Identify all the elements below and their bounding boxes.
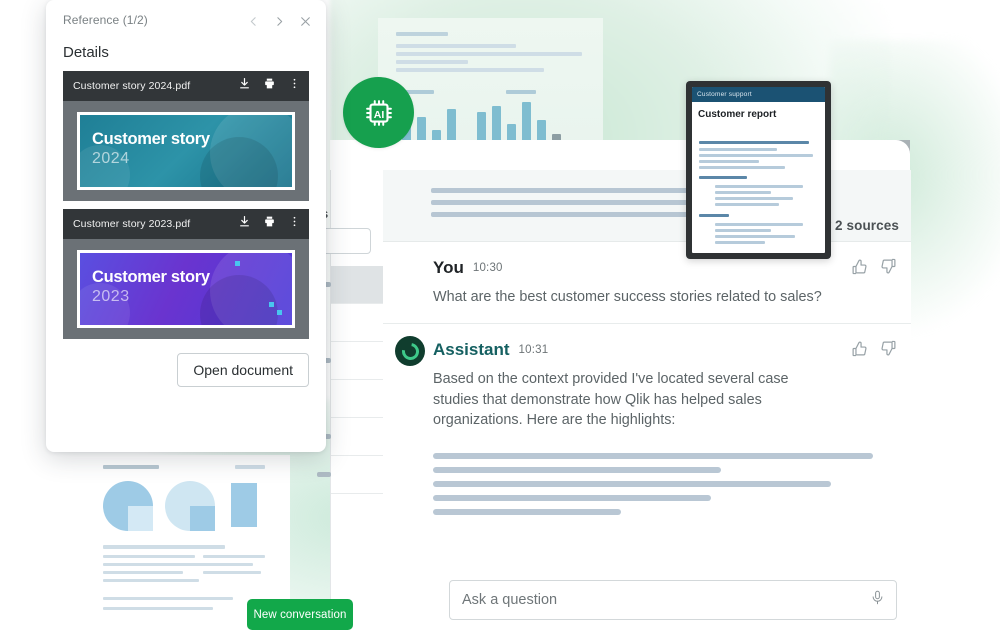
chat-panel: View 2 sources You 10:30 What are the be… [383, 170, 911, 630]
reference-popup-nav [242, 10, 316, 32]
pdf-cover-image: Customer story 2024 [80, 115, 292, 187]
message-author: You [433, 258, 464, 277]
sidebar-list-item[interactable] [317, 418, 383, 456]
microphone-icon[interactable] [870, 590, 885, 610]
pdf-filename: Customer story 2024.pdf [73, 80, 191, 92]
pdf-cover-image: Customer story 2023 [80, 253, 292, 325]
reference-popup-title: Reference (1/2) [63, 13, 148, 27]
report-topbar-label: Customer support [692, 87, 825, 102]
thumbs-up-icon[interactable] [851, 340, 868, 357]
sidebar-list-item[interactable] [331, 380, 383, 418]
composer-area: Ask a question [435, 570, 911, 630]
thumbs-down-icon[interactable] [880, 340, 897, 357]
ai-badge: AI [343, 77, 414, 148]
pdf-preview-card[interactable]: Customer story 2024.pdf Customer story 2… [63, 71, 309, 201]
chat-message-assistant: Assistant 10:31 Based on the context pro… [383, 324, 911, 447]
assistant-avatar [395, 336, 425, 367]
download-icon[interactable] [238, 77, 251, 95]
question-input[interactable]: Ask a question [449, 580, 897, 620]
close-popup-button[interactable] [294, 10, 316, 32]
reference-details-heading: Details [63, 44, 109, 61]
message-feedback-actions [851, 258, 897, 275]
assistant-logo-icon [398, 339, 422, 364]
pdf-filename: Customer story 2023.pdf [73, 218, 191, 230]
report-title: Customer report [698, 109, 777, 120]
print-icon[interactable] [263, 77, 276, 95]
sidebar-list-item[interactable] [317, 456, 383, 494]
sidebar-list-item[interactable] [317, 342, 383, 380]
prev-reference-button[interactable] [242, 10, 264, 32]
pdf-preview-card[interactable]: Customer story 2023.pdf Customer story 2… [63, 209, 309, 339]
reference-popup-header: Reference (1/2) [46, 0, 326, 40]
close-icon [300, 16, 310, 26]
chat-sources-strip: View 2 sources [383, 170, 911, 242]
message-author: Assistant [433, 340, 510, 360]
sidebar-list-item[interactable] [331, 304, 383, 342]
message-timestamp: 10:31 [518, 344, 549, 357]
new-conversation-button[interactable]: New conversation [247, 599, 353, 630]
chat-message-user: You 10:30 What are the best customer suc… [383, 242, 911, 325]
customer-report-card[interactable]: Customer support Customer report [686, 81, 831, 259]
message-feedback-actions [851, 340, 897, 357]
reference-popup: Reference (1/2) Details Customer story 2… [46, 0, 326, 452]
next-reference-button[interactable] [268, 10, 290, 32]
print-icon[interactable] [263, 215, 276, 233]
message-text: Based on the context provided I've locat… [433, 371, 789, 429]
pdf-cover-year: 2023 [92, 288, 130, 305]
sidebar-list-item[interactable] [317, 266, 383, 304]
question-input-placeholder: Ask a question [462, 592, 558, 608]
pdf-toolbar: Customer story 2023.pdf [63, 209, 309, 239]
message-timestamp: 10:30 [472, 262, 503, 274]
more-vert-icon[interactable] [288, 77, 301, 95]
thumbs-up-icon[interactable] [851, 258, 868, 275]
open-document-button[interactable]: Open document [177, 353, 309, 387]
assistant-loading-skeleton [383, 446, 911, 533]
svg-text:AI: AI [373, 109, 384, 120]
chevron-right-icon [276, 16, 282, 26]
screenshot-root: s View 2 sources You 10:30 [0, 0, 1000, 630]
pdf-cover-year: 2024 [92, 150, 130, 167]
chevron-left-icon [250, 16, 256, 26]
pdf-toolbar: Customer story 2024.pdf [63, 71, 309, 101]
more-vert-icon[interactable] [288, 215, 301, 233]
message-text: What are the best customer success stori… [433, 289, 822, 305]
pdf-cover-title: Customer story [92, 130, 210, 148]
ai-chip-icon: AI [365, 99, 392, 126]
app-sidebar: s [309, 170, 383, 630]
download-icon[interactable] [238, 215, 251, 233]
thumbs-down-icon[interactable] [880, 258, 897, 275]
pdf-cover-title: Customer story [92, 268, 210, 286]
